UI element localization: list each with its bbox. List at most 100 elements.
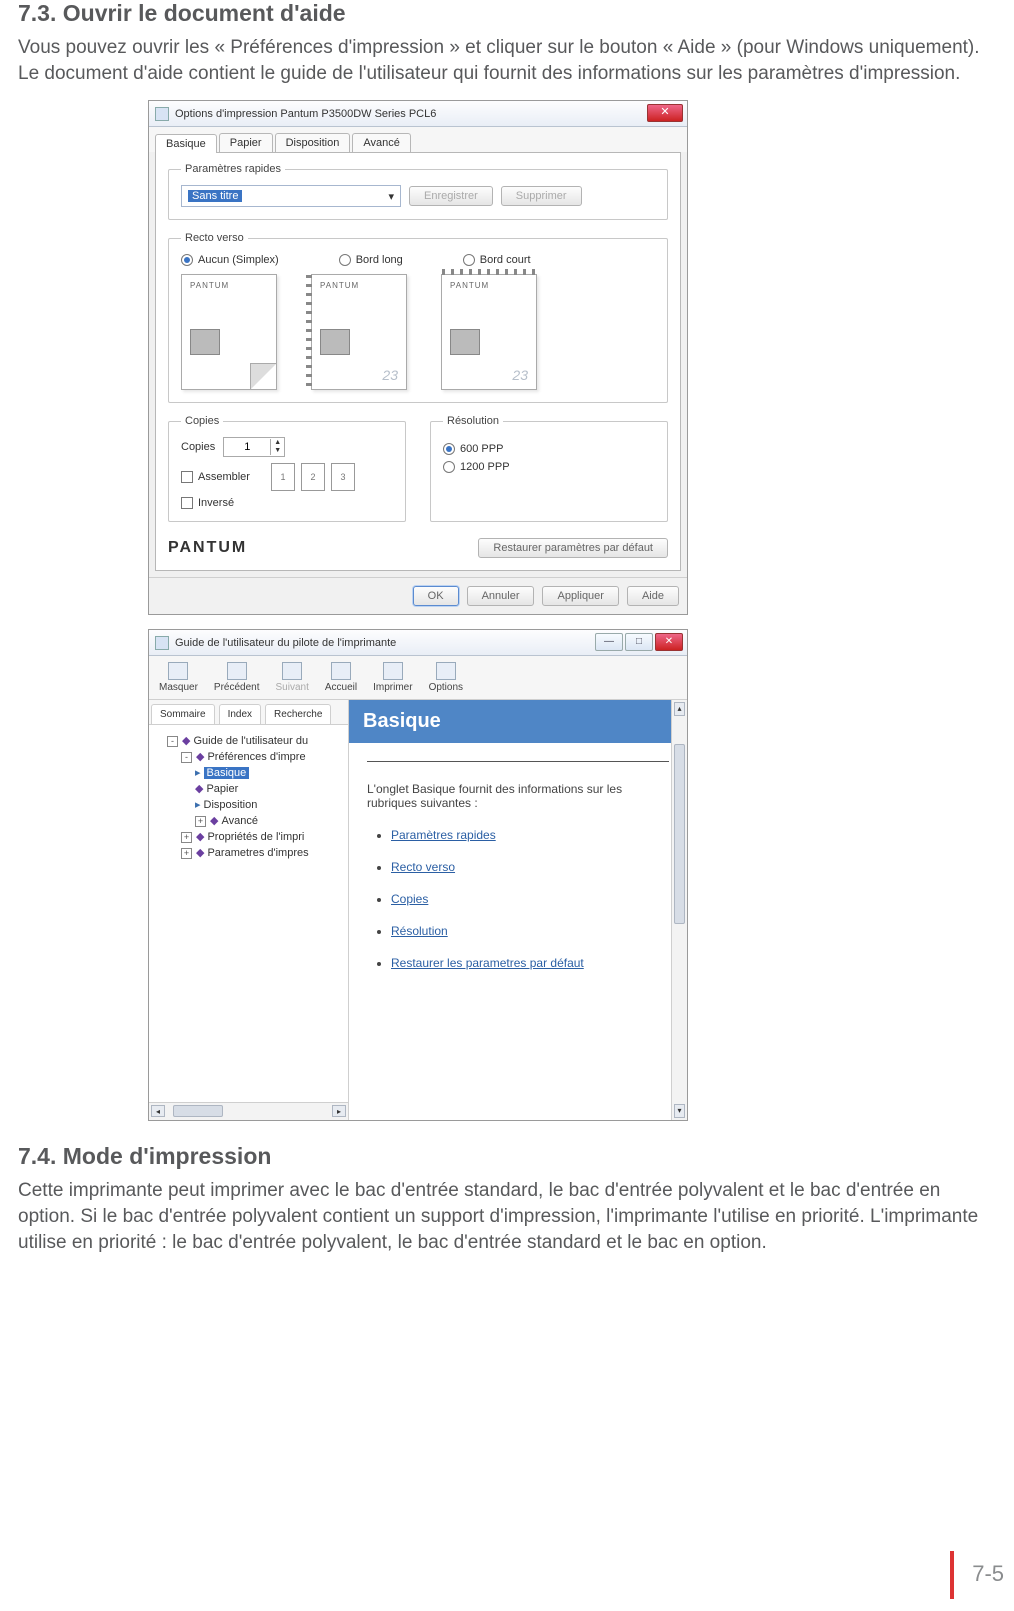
link-resolution[interactable]: Résolution <box>391 924 448 938</box>
radio-600ppp[interactable]: 600 PPP <box>443 443 655 455</box>
toolbar-home[interactable]: Accueil <box>325 662 357 693</box>
group-copies-legend: Copies <box>181 415 223 427</box>
duplex-thumb-short: 23 <box>441 274 541 390</box>
tab-avance[interactable]: Avancé <box>352 133 411 152</box>
content-header: Basique <box>349 700 687 743</box>
book-icon: ◆ <box>196 831 204 843</box>
close-icon[interactable]: ✕ <box>647 104 683 122</box>
book-icon: ◆ <box>210 815 218 827</box>
scroll-thumb[interactable] <box>674 744 685 924</box>
link-copies[interactable]: Copies <box>391 892 428 906</box>
link-recto-verso[interactable]: Recto verso <box>391 860 455 874</box>
para-7-3: Vous pouvez ouvrir les « Préférences d'i… <box>18 35 996 86</box>
help-button[interactable]: Aide <box>627 586 679 606</box>
toolbar-options[interactable]: Options <box>429 662 463 693</box>
scroll-up-icon[interactable]: ▴ <box>674 702 685 716</box>
scroll-left-icon[interactable]: ◂ <box>151 1105 165 1117</box>
radio-simplex[interactable]: Aucun (Simplex) <box>181 254 279 266</box>
book-icon: ◆ <box>196 847 204 859</box>
tree-horizontal-scrollbar[interactable]: ◂ ▸ <box>149 1102 348 1120</box>
page-icon: ▸ <box>195 799 201 811</box>
tree-toggle-icon[interactable]: + <box>195 816 206 827</box>
tree-disposition[interactable]: Disposition <box>204 799 258 811</box>
tree-params[interactable]: Parametres d'impres <box>207 847 308 859</box>
toolbar-back[interactable]: Précédent <box>214 662 260 693</box>
link-quick-settings[interactable]: Paramètres rapides <box>391 828 496 842</box>
checkbox-assemble[interactable]: Assembler 123 <box>181 463 393 491</box>
home-icon <box>331 662 351 680</box>
scroll-down-icon[interactable]: ▾ <box>674 1104 685 1118</box>
toolbar-hide-label: Masquer <box>159 682 198 693</box>
tree-papier[interactable]: Papier <box>206 783 238 795</box>
page-icon: ▸ <box>195 767 201 779</box>
tab-basique[interactable]: Basique <box>155 134 217 153</box>
group-resolution: Résolution 600 PPP 1200 PPP <box>430 415 668 522</box>
navtab-summary[interactable]: Sommaire <box>151 704 215 724</box>
minimize-icon[interactable]: ― <box>595 633 623 651</box>
cancel-button[interactable]: Annuler <box>467 586 535 606</box>
heading-7-4: 7.4. Mode d'impression <box>18 1143 996 1170</box>
help-title: Guide de l'utilisateur du pilote de l'im… <box>175 637 396 649</box>
apply-button[interactable]: Appliquer <box>542 586 618 606</box>
close-icon[interactable]: ✕ <box>655 633 683 651</box>
tree-prefs[interactable]: Préférences d'impre <box>207 751 305 763</box>
scroll-right-icon[interactable]: ▸ <box>332 1105 346 1117</box>
radio-short-edge[interactable]: Bord court <box>463 254 531 266</box>
link-restore-defaults[interactable]: Restaurer les parametres par défaut <box>391 956 584 970</box>
tree-toggle-icon[interactable]: - <box>167 736 178 747</box>
help-icon <box>155 636 169 650</box>
scroll-thumb[interactable] <box>173 1105 223 1117</box>
restore-defaults-button[interactable]: Restaurer paramètres par défaut <box>478 538 668 558</box>
copies-label: Copies <box>181 441 215 453</box>
ok-button[interactable]: OK <box>413 586 459 606</box>
content-vertical-scrollbar[interactable]: ▴ ▾ <box>671 700 687 1120</box>
help-titlebar[interactable]: Guide de l'utilisateur du pilote de l'im… <box>149 630 687 656</box>
radio-short-label: Bord court <box>480 254 531 266</box>
tab-bar: Basique Papier Disposition Avancé <box>149 127 687 152</box>
radio-1200ppp[interactable]: 1200 PPP <box>443 461 655 473</box>
help-viewer-window: Guide de l'utilisateur du pilote de l'im… <box>148 629 688 1121</box>
help-tree[interactable]: -◆Guide de l'utilisateur du -◆Préférence… <box>149 725 348 1102</box>
navtab-index[interactable]: Index <box>219 704 261 724</box>
spin-down-icon[interactable]: ▼ <box>270 447 284 455</box>
toolbar-print-label: Imprimer <box>373 682 412 693</box>
copies-spinner[interactable]: ▲▼ <box>223 437 285 457</box>
dialog-titlebar[interactable]: Options d'impression Pantum P3500DW Seri… <box>149 101 687 127</box>
radio-long-label: Bord long <box>356 254 403 266</box>
tree-avance[interactable]: Avancé <box>221 815 258 827</box>
delete-button[interactable]: Supprimer <box>501 186 582 206</box>
toolbar-print[interactable]: Imprimer <box>373 662 412 693</box>
book-icon: ◆ <box>182 735 190 747</box>
help-nav-pane: Sommaire Index Recherche -◆Guide de l'ut… <box>149 700 349 1120</box>
quick-settings-combo[interactable]: Sans titre ▾ <box>181 185 401 207</box>
save-button[interactable]: Enregistrer <box>409 186 493 206</box>
tree-toggle-icon[interactable]: - <box>181 752 192 763</box>
copies-input[interactable] <box>224 438 270 456</box>
print-icon <box>383 662 403 680</box>
heading-7-3: 7.3. Ouvrir le document d'aide <box>18 0 996 27</box>
navtab-search[interactable]: Recherche <box>265 704 331 724</box>
tree-props[interactable]: Propriétés de l'impri <box>207 831 304 843</box>
tree-basique[interactable]: Basique <box>204 767 250 779</box>
book-icon: ◆ <box>195 783 203 795</box>
radio-600-label: 600 PPP <box>460 443 503 455</box>
tab-disposition[interactable]: Disposition <box>275 133 351 152</box>
content-intro: L'onglet Basique fournit des information… <box>367 782 669 810</box>
assemble-label: Assembler <box>198 471 250 483</box>
maximize-icon[interactable]: □ <box>625 633 653 651</box>
radio-long-edge[interactable]: Bord long <box>339 254 403 266</box>
tab-papier[interactable]: Papier <box>219 133 273 152</box>
toolbar-hide[interactable]: Masquer <box>159 662 198 693</box>
checkbox-inverse[interactable]: Inversé <box>181 497 393 509</box>
tree-toggle-icon[interactable]: + <box>181 848 192 859</box>
back-icon <box>227 662 247 680</box>
book-icon: ◆ <box>196 751 204 763</box>
duplex-thumb-long: 23 <box>311 274 411 390</box>
para-7-4: Cette imprimante peut imprimer avec le b… <box>18 1178 996 1255</box>
spin-up-icon[interactable]: ▲ <box>270 439 284 447</box>
tree-toggle-icon[interactable]: + <box>181 832 192 843</box>
tree-root[interactable]: Guide de l'utilisateur du <box>193 735 308 747</box>
help-content-pane: Basique L'onglet Basique fournit des inf… <box>349 700 687 1120</box>
hide-icon <box>168 662 188 680</box>
group-duplex: Recto verso Aucun (Simplex) Bord long Bo… <box>168 232 668 403</box>
